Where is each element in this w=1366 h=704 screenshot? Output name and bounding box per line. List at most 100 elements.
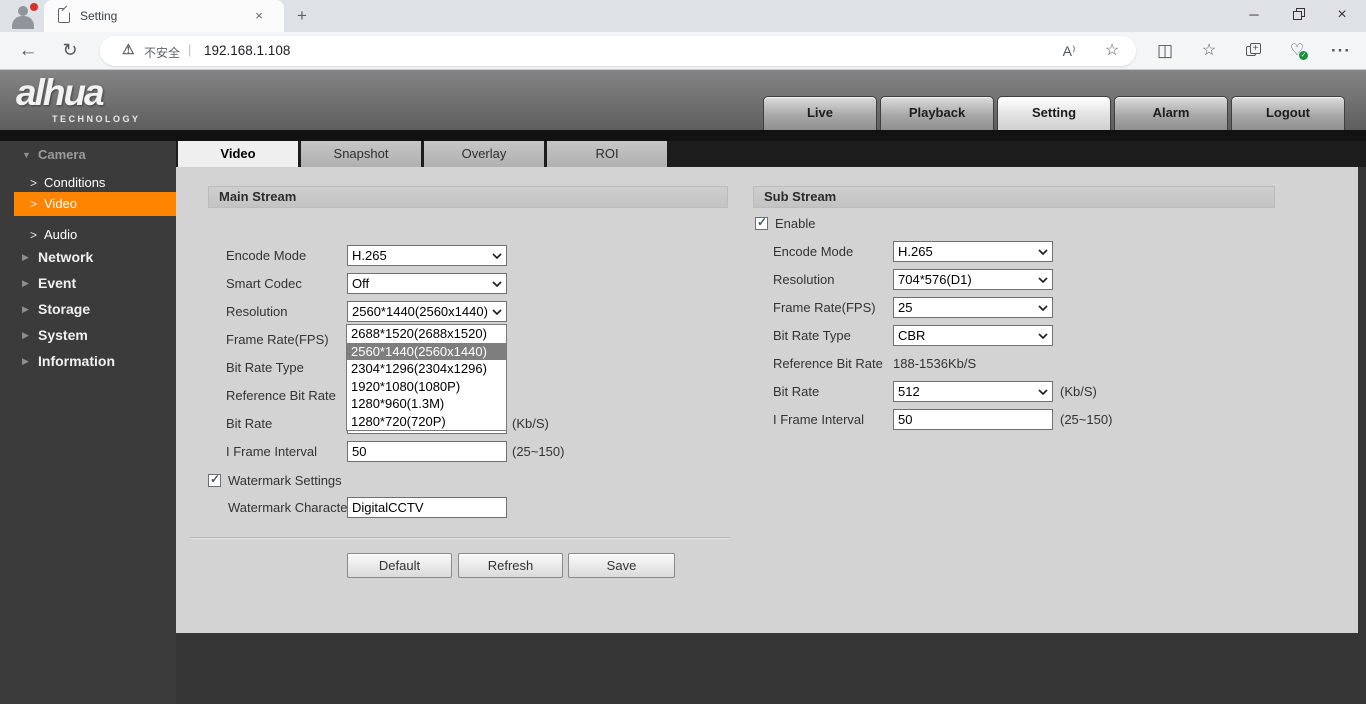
notification-dot (30, 3, 38, 11)
sub-bit-rate-select[interactable]: 512 (893, 381, 1053, 402)
sub-i-frame-interval-label: I Frame Interval (773, 412, 865, 427)
url-text[interactable]: 192.168.1.108 (204, 43, 290, 58)
tab-overlay[interactable]: Overlay (424, 141, 544, 167)
page-right-edge (1358, 167, 1366, 633)
tab-roi[interactable]: ROI (547, 141, 667, 167)
page-bottom-area (176, 633, 1366, 704)
i-frame-interval-range: (25~150) (512, 444, 565, 459)
collections-icon[interactable]: + (1237, 35, 1269, 67)
chevron-down-icon (492, 281, 502, 288)
chevron-right-icon: ▶ (22, 330, 29, 340)
address-bar[interactable]: ⚠ 不安全 | 192.168.1.108 A⁾ ☆ (100, 36, 1136, 66)
more-menu-icon[interactable]: ··· (1325, 35, 1357, 67)
sub-stream-enable-checkbox[interactable]: ✓ (755, 215, 768, 230)
chevron-down-icon (492, 253, 502, 260)
nav-playback-button[interactable]: Playback (880, 96, 994, 130)
watermark-character-label: Watermark Character (228, 500, 352, 515)
sub-bit-rate-type-select[interactable]: CBR (893, 325, 1053, 346)
sub-arrow-icon: > (30, 197, 38, 211)
dahua-logo: alhua (16, 72, 105, 113)
restore-button[interactable] (1276, 0, 1320, 32)
nav-live-button[interactable]: Live (763, 96, 877, 130)
chevron-down-icon (1038, 249, 1048, 256)
sidebar-item-video[interactable]: > Video (14, 192, 176, 216)
nav-setting-button[interactable]: Setting (997, 96, 1111, 130)
chevron-down-icon (1038, 277, 1048, 284)
sub-encode-mode-select[interactable]: H.265 (893, 241, 1053, 262)
close-tab-icon[interactable]: × (250, 7, 268, 25)
default-button[interactable]: Default (347, 553, 452, 578)
sidebar-group-system[interactable]: ▶ System (0, 326, 176, 346)
watermark-character-input[interactable]: DigitalCCTV (347, 497, 507, 518)
read-aloud-icon[interactable]: A⁾ (1055, 39, 1083, 63)
dropdown-option-selected[interactable]: 2560*1440(2560x1440) (347, 342, 506, 360)
favorite-star-icon[interactable]: ☆ (1098, 39, 1126, 63)
nav-logout-button[interactable]: Logout (1231, 96, 1345, 130)
chevron-right-icon: ▶ (22, 252, 29, 262)
sub-bit-rate-unit: (Kb/S) (1060, 384, 1097, 399)
tab-video[interactable]: Video (178, 141, 298, 167)
sub-i-frame-interval-range: (25~150) (1060, 412, 1113, 427)
sidebar-group-network[interactable]: ▶ Network (0, 248, 176, 268)
sub-resolution-select[interactable]: 704*576(D1) (893, 269, 1053, 290)
sidebar-group-camera[interactable]: ▼ Camera (0, 146, 176, 166)
browser-tab[interactable]: Setting × (44, 0, 284, 32)
sub-stream-panel-header: Sub Stream (753, 186, 1275, 208)
sidebar-group-event[interactable]: ▶ Event (0, 274, 176, 294)
browser-essentials-icon[interactable]: ♡ ✓ (1281, 35, 1313, 67)
favorites-icon[interactable]: ☆ (1193, 35, 1225, 67)
chevron-down-icon: ▼ (22, 150, 31, 160)
sidebar: ▼ Camera > Conditions > Video > Audio ▶ … (0, 141, 176, 704)
i-frame-interval-input[interactable]: 50 (347, 441, 507, 462)
split-screen-icon[interactable]: ◫ (1149, 35, 1181, 67)
new-tab-button[interactable]: + (292, 6, 312, 26)
sub-frame-rate-label: Frame Rate(FPS) (773, 300, 876, 315)
browser-titlebar: Setting × + ─ × (0, 0, 1366, 32)
sidebar-group-storage[interactable]: ▶ Storage (0, 300, 176, 320)
minimize-button[interactable]: ─ (1232, 0, 1276, 32)
dropdown-option[interactable]: 1280*960(1.3M) (347, 395, 506, 413)
refresh-button[interactable]: Refresh (458, 553, 563, 578)
save-button[interactable]: Save (568, 553, 675, 578)
resolution-dropdown-list[interactable]: 2688*1520(2688x1520) 2560*1440(2560x1440… (346, 324, 507, 431)
sidebar-item-audio[interactable]: > Audio (14, 223, 176, 247)
encode-mode-select[interactable]: H.265 (347, 245, 507, 266)
dropdown-option[interactable]: 2304*1296(2304x1296) (347, 360, 506, 378)
avatar-icon (18, 6, 28, 16)
sub-arrow-icon: > (30, 228, 38, 242)
refresh-icon[interactable]: ↻ (54, 35, 86, 67)
chevron-down-icon (1038, 333, 1048, 340)
smart-codec-select[interactable]: Off (347, 273, 507, 294)
tab-snapshot[interactable]: Snapshot (301, 141, 421, 167)
sidebar-group-information[interactable]: ▶ Information (0, 352, 176, 372)
chevron-right-icon: ▶ (22, 278, 29, 288)
profile-avatar[interactable] (8, 3, 38, 29)
close-window-button[interactable]: × (1320, 0, 1364, 32)
resolution-select[interactable]: 2560*1440(2560x1440) (347, 301, 507, 322)
dropdown-option[interactable]: 2688*1520(2688x1520) (347, 325, 506, 343)
encode-mode-label: Encode Mode (226, 248, 307, 263)
frame-rate-label: Frame Rate(FPS) (226, 332, 329, 347)
back-icon[interactable]: ← (12, 35, 44, 67)
main-stream-panel-header: Main Stream (208, 186, 728, 208)
restore-icon (1293, 11, 1302, 20)
avatar-icon (12, 16, 34, 29)
not-secure-label[interactable]: 不安全 (144, 44, 180, 61)
chevron-down-icon (1038, 389, 1048, 396)
dropdown-option[interactable]: 1280*720(720P) (347, 413, 506, 431)
separator: | (188, 42, 192, 57)
watermark-settings-checkbox[interactable]: ✓ (208, 472, 221, 487)
sub-i-frame-interval-input[interactable]: 50 (893, 409, 1053, 430)
dahua-logo-subtext: TECHNOLOGY (52, 114, 141, 124)
check-icon: ✓ (210, 472, 221, 486)
collections-icon: + (1250, 43, 1261, 54)
nav-alarm-button[interactable]: Alarm (1114, 96, 1228, 130)
dropdown-option[interactable]: 1920*1080(1080P) (347, 378, 506, 396)
not-secure-warning-icon: ⚠ (122, 41, 135, 57)
bit-rate-unit: (Kb/S) (512, 416, 549, 431)
sub-frame-rate-select[interactable]: 25 (893, 297, 1053, 318)
watermark-settings-label: Watermark Settings (228, 473, 342, 488)
app-header: alhua TECHNOLOGY Live Playback Setting A… (0, 70, 1366, 130)
header-divider (0, 130, 1366, 141)
check-icon: ✓ (757, 215, 768, 229)
